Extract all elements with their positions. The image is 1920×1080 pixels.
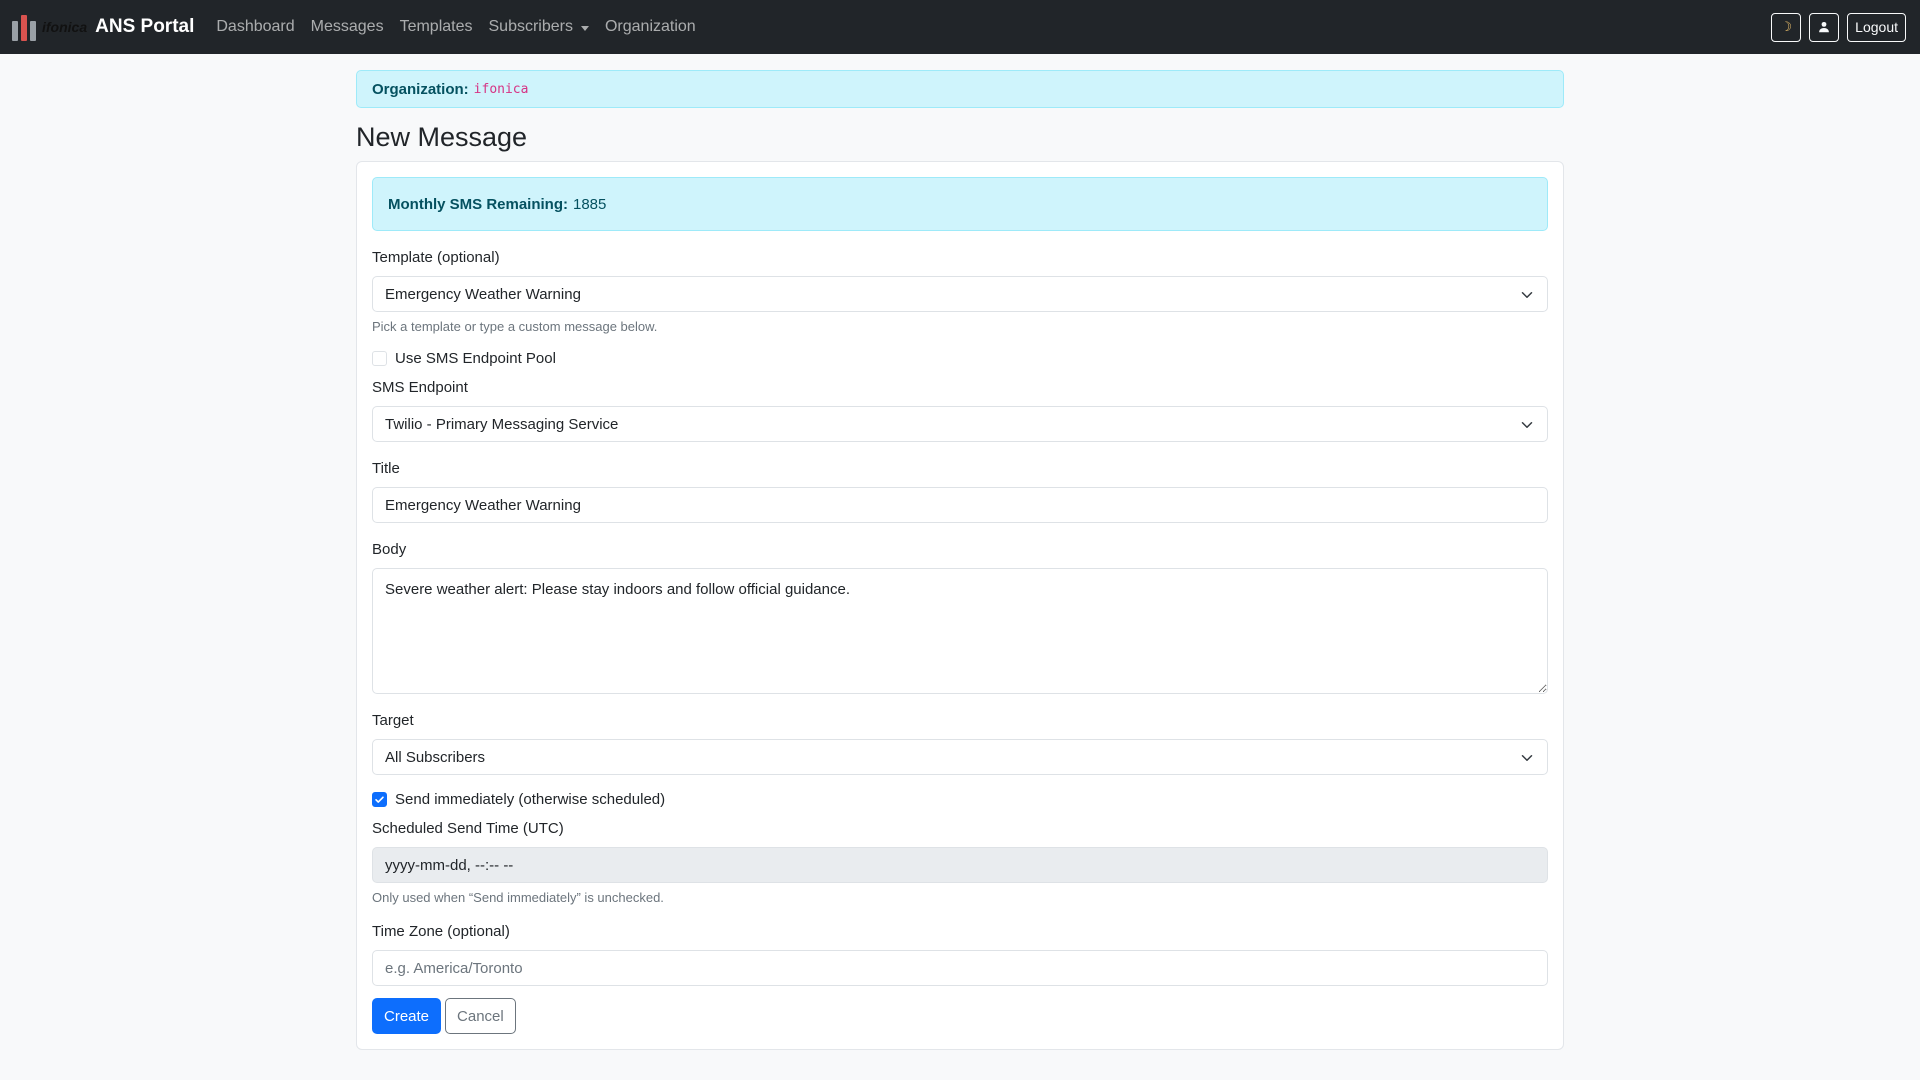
template-select-value: Emergency Weather Warning [385,285,581,303]
nav-link-subscribers-label: Subscribers [488,18,573,35]
target-label: Target [372,712,414,729]
use-pool-check: Use SMS Endpoint Pool [372,350,1548,367]
sms-remaining-alert: Monthly SMS Remaining: 1885 [372,177,1548,231]
top-navbar: ifonica ANS Portal Dashboard Messages Te… [0,0,1920,54]
checkmark-icon [375,796,384,803]
logout-button[interactable]: Logout [1847,12,1906,42]
brand-logo-icon[interactable] [12,13,36,41]
chevron-down-icon [1521,292,1533,298]
use-pool-checkbox[interactable] [372,351,387,366]
title-input[interactable] [372,487,1548,523]
body-label: Body [372,541,407,558]
cancel-button[interactable]: Cancel [445,998,516,1034]
endpoint-select[interactable]: Twilio - Primary Messaging Service [372,406,1548,442]
create-button[interactable]: Create [372,998,442,1034]
nav-link-organization[interactable]: Organization [605,18,696,36]
scheduled-help-text: Only used when “Send immediately” is unc… [372,890,664,905]
template-group: Template (optional) Emergency Weather Wa… [372,249,1548,334]
nav-links: Dashboard Messages Templates Subscribers… [216,18,695,36]
nav-link-dashboard[interactable]: Dashboard [216,18,294,36]
send-immediately-check: Send immediately (otherwise scheduled) [372,791,1548,808]
send-immediately-checkbox[interactable] [372,792,387,807]
scheduled-datetime-value: yyyy-mm-dd, --:-- -- [385,856,514,874]
use-pool-label[interactable]: Use SMS Endpoint Pool [395,350,556,367]
theme-toggle-button[interactable]: ☽ [1771,12,1802,42]
main-container: Organization: ifonica New Message Monthl… [356,70,1564,1050]
nav-link-subscribers-dropdown[interactable]: Subscribers [489,18,589,36]
template-label: Template (optional) [372,249,500,266]
organization-alert: Organization: ifonica [356,70,1564,108]
brand-logo-text: ifonica [42,19,88,35]
nav-link-messages[interactable]: Messages [311,18,384,36]
organization-label: Organization: [372,80,469,98]
send-immediately-label[interactable]: Send immediately (otherwise scheduled) [395,791,665,808]
chevron-down-icon [1521,755,1533,761]
title-group: Title [372,460,1548,523]
timezone-group: Time Zone (optional) [372,923,1548,986]
endpoint-select-value: Twilio - Primary Messaging Service [385,415,619,433]
new-message-card: Monthly SMS Remaining: 1885 Template (op… [356,161,1564,1050]
body-group: Body Severe weather alert: Please stay i… [372,541,1548,694]
scheduled-datetime-input[interactable]: yyyy-mm-dd, --:-- -- [372,847,1548,883]
target-group: Target All Subscribers [372,712,1548,775]
endpoint-label: SMS Endpoint [372,379,468,396]
caret-down-icon [580,25,589,31]
page-title: New Message [356,122,528,152]
scheduled-label: Scheduled Send Time (UTC) [372,820,564,837]
template-help-text: Pick a template or type a custom message… [372,319,658,334]
timezone-input[interactable] [372,950,1548,986]
template-select[interactable]: Emergency Weather Warning [372,276,1548,312]
body-textarea[interactable]: Severe weather alert: Please stay indoor… [372,568,1548,694]
target-select-value: All Subscribers [385,748,486,766]
sms-remaining-label: Monthly SMS Remaining: [388,195,568,213]
sms-remaining-value: 1885 [573,195,607,213]
organization-value: ifonica [473,81,529,97]
moon-icon: ☽ [1780,19,1792,34]
timezone-label: Time Zone (optional) [372,923,510,940]
nav-link-templates[interactable]: Templates [400,18,473,36]
title-label: Title [372,460,400,477]
endpoint-group: SMS Endpoint Twilio - Primary Messaging … [372,379,1548,442]
nav-actions: ☽ Logout [1771,12,1908,42]
brand-name-link[interactable]: ANS Portal [95,16,194,38]
profile-button[interactable] [1809,12,1840,42]
scheduled-group: Scheduled Send Time (UTC) yyyy-mm-dd, --… [372,820,1548,905]
target-select[interactable]: All Subscribers [372,739,1548,775]
person-icon [1819,21,1830,33]
chevron-down-icon [1521,422,1533,428]
form-actions: Create Cancel [372,998,1548,1034]
